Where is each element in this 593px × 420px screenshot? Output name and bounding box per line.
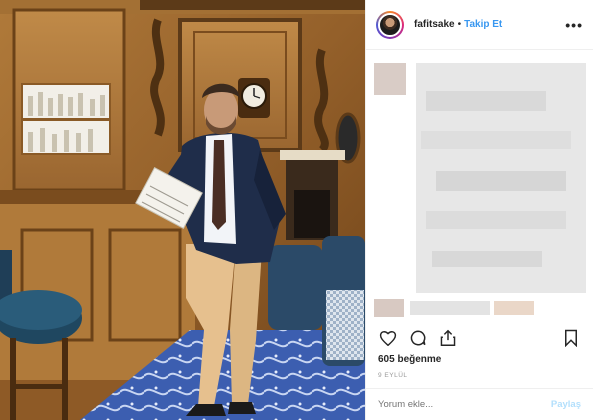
- blurred-block: [436, 171, 566, 191]
- comments-area[interactable]: [366, 51, 593, 321]
- avatar-image: [378, 12, 402, 37]
- post-header: fafitsake • Takip Et •••: [366, 0, 593, 50]
- username-link[interactable]: fafitsake: [414, 19, 455, 30]
- blurred-block: [421, 131, 571, 149]
- post-comment-button[interactable]: Paylaş: [551, 399, 581, 410]
- blurred-comment-text: [410, 301, 490, 315]
- comment-bubble-icon[interactable]: [406, 326, 430, 350]
- more-options-icon[interactable]: •••: [565, 17, 583, 33]
- post-photo[interactable]: [0, 0, 365, 420]
- blurred-block: [426, 211, 566, 229]
- blurred-avatar: [374, 63, 406, 95]
- post-date: 9 EYLÜL: [378, 372, 408, 379]
- blurred-comment-text: [494, 301, 534, 315]
- separator-dot: •: [457, 19, 462, 30]
- avatar[interactable]: [376, 10, 404, 39]
- post-actions: [376, 326, 583, 350]
- blurred-block: [426, 91, 546, 111]
- share-upload-icon[interactable]: [436, 326, 460, 350]
- follow-button[interactable]: Takip Et: [464, 19, 502, 30]
- add-comment-bar: Paylaş: [366, 388, 593, 420]
- blurred-comment-avatar: [374, 299, 404, 317]
- heart-icon[interactable]: [376, 326, 400, 350]
- likes-count[interactable]: 605 beğenme: [378, 354, 441, 365]
- bookmark-icon[interactable]: [559, 326, 583, 350]
- comment-input[interactable]: [378, 399, 551, 410]
- post-side-panel: fafitsake • Takip Et ••• 605 beğenme 9 E…: [365, 0, 593, 420]
- post-image: [0, 0, 365, 420]
- blurred-block: [432, 251, 542, 267]
